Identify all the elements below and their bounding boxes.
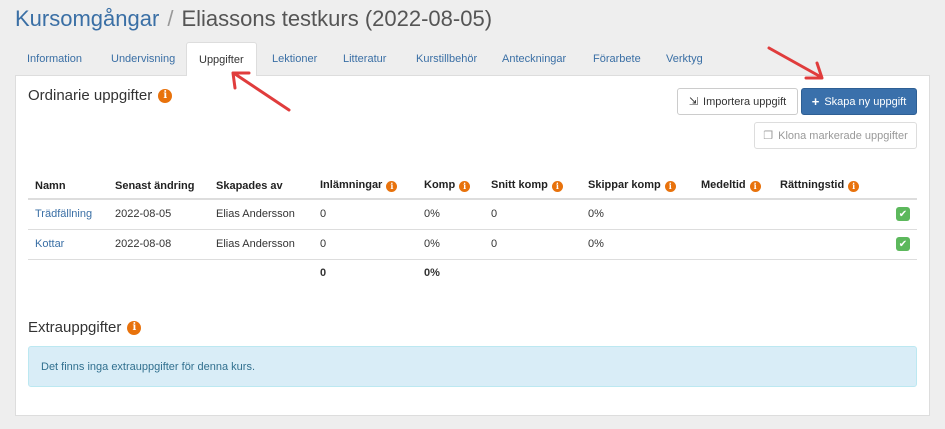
col-select: [889, 173, 917, 200]
breadcrumb-root[interactable]: Kursomgångar: [15, 6, 159, 31]
tab-bar: Information Undervisning Uppgifter Lekti…: [15, 42, 930, 77]
extra-section-title: Extrauppgifter i: [28, 319, 142, 336]
cell-skip-comp: 0%: [581, 229, 694, 260]
tab-information[interactable]: Information: [15, 42, 94, 76]
course-title: Eliassons testkurs (2022-08-05): [181, 6, 493, 31]
extra-title-text: Extrauppgifter: [28, 319, 122, 336]
info-icon[interactable]: i: [664, 180, 676, 192]
assignment-link[interactable]: Kottar: [35, 238, 64, 250]
col-senast-andring[interactable]: Senast ändring: [108, 173, 209, 200]
import-button-label: Importera uppgift: [703, 95, 787, 108]
table-row: Kottar 2022-08-08 Elias Andersson 0 0% 0…: [28, 229, 917, 260]
info-icon[interactable]: i: [459, 180, 471, 192]
clone-button-label: Klona markerade uppgifter: [778, 129, 908, 142]
info-icon[interactable]: i: [158, 88, 173, 103]
table-row: Trädfällning 2022-08-05 Elias Andersson …: [28, 199, 917, 230]
cell-created-by: Elias Andersson: [209, 229, 313, 260]
tab-lektioner[interactable]: Lektioner: [260, 42, 329, 76]
info-icon[interactable]: i: [848, 180, 860, 192]
total-submissions: 0: [320, 267, 327, 280]
cell-comp: 0%: [417, 199, 484, 230]
tab-litteratur[interactable]: Litteratur: [331, 42, 398, 76]
col-skapades-av[interactable]: Skapades av: [209, 173, 313, 200]
col-rattningstid[interactable]: Rättningstid i: [773, 173, 889, 200]
col-namn[interactable]: Namn: [28, 173, 108, 200]
cell-avg-comp: 0: [484, 199, 581, 230]
col-komp[interactable]: Komp i: [417, 173, 484, 200]
info-icon[interactable]: i: [386, 180, 398, 192]
page-title: Kursomgångar / Eliassons testkurs (2022-08…: [15, 6, 492, 32]
cell-avg-time: [694, 229, 773, 260]
tab-anteckningar[interactable]: Anteckningar: [490, 42, 578, 76]
assignments-panel: Ordinarie uppgifter i ⇲ Importera uppgif…: [15, 76, 930, 416]
col-medeltid[interactable]: Medeltid i: [694, 173, 773, 200]
assignment-link[interactable]: Trädfällning: [35, 208, 92, 220]
clone-icon: ❐: [763, 130, 774, 142]
table-header-row: Namn Senast ändring Skapades av Inlämnin…: [28, 173, 917, 200]
tab-forarbete[interactable]: Förarbete: [581, 42, 653, 76]
col-snitt-komp[interactable]: Snitt komp i: [484, 173, 581, 200]
col-inlamningar[interactable]: Inlämningar i: [313, 173, 417, 200]
cell-changed: 2022-08-05: [108, 199, 209, 230]
create-assignment-button[interactable]: + Skapa ny uppgift: [801, 88, 917, 115]
tab-undervisning[interactable]: Undervisning: [99, 42, 187, 76]
info-icon[interactable]: i: [551, 180, 563, 192]
cell-comp: 0%: [417, 229, 484, 260]
cell-grading-time: [773, 199, 889, 230]
import-icon: ⇲: [688, 96, 699, 108]
tab-verktyg[interactable]: Verktyg: [654, 42, 715, 76]
assignments-table: Namn Senast ändring Skapades av Inlämnin…: [28, 173, 917, 287]
empty-extra-alert: Det finns inga extrauppgifter för denna …: [28, 346, 917, 387]
cell-avg-comp: 0: [484, 229, 581, 260]
tab-kurstillbehor[interactable]: Kurstillbehör: [404, 42, 489, 76]
cell-created-by: Elias Andersson: [209, 199, 313, 230]
checkbox-checked-icon[interactable]: ✔: [896, 237, 910, 251]
checkbox-checked-icon[interactable]: ✔: [896, 207, 910, 222]
cell-skip-comp: 0%: [581, 199, 694, 230]
info-icon[interactable]: i: [127, 320, 142, 335]
clone-selected-button[interactable]: ❐ Klona markerade uppgifter: [754, 122, 917, 149]
totals-row: 0 0%: [28, 259, 917, 287]
cell-avg-time: [694, 199, 773, 230]
cell-changed: 2022-08-08: [108, 229, 209, 260]
cell-submissions: 0: [313, 199, 417, 230]
total-comp: 0%: [424, 267, 440, 280]
ordinary-title-text: Ordinarie uppgifter: [28, 87, 153, 104]
tab-uppgifter[interactable]: Uppgifter: [186, 42, 257, 77]
col-skippar-komp[interactable]: Skippar komp i: [581, 173, 694, 200]
breadcrumb-separator: /: [167, 6, 174, 31]
ordinary-section-title: Ordinarie uppgifter i: [28, 87, 173, 104]
create-button-label: Skapa ny uppgift: [824, 95, 907, 108]
plus-icon: +: [811, 94, 820, 109]
import-assignment-button[interactable]: ⇲ Importera uppgift: [677, 88, 798, 115]
info-icon[interactable]: i: [749, 180, 761, 192]
cell-submissions: 0: [313, 229, 417, 260]
cell-grading-time: [773, 229, 889, 260]
